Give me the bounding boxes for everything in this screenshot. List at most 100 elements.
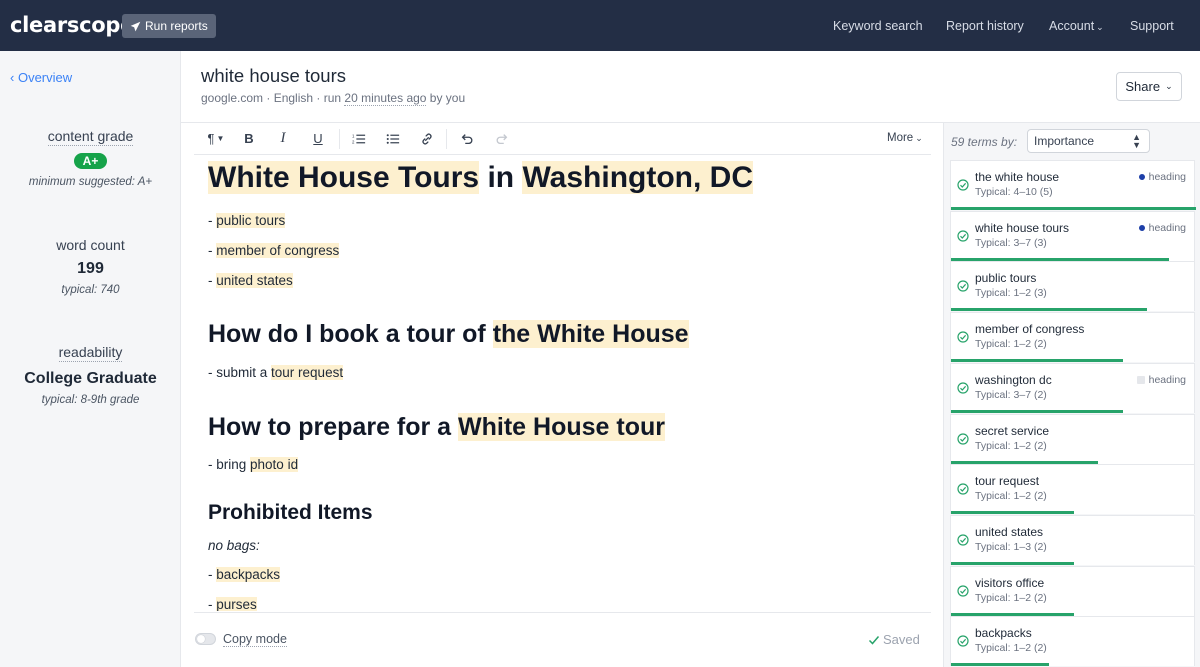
ordered-list-icon: 12 xyxy=(352,133,366,144)
bold-button[interactable]: B xyxy=(238,123,260,154)
term-typical: Typical: 1–2 (2) xyxy=(975,338,1047,351)
grade-minimum: minimum suggested: A+ xyxy=(28,176,153,188)
term-row[interactable]: member of congress Typical: 1–2 (2) xyxy=(950,312,1195,363)
readability-typical: typical: 8-9th grade xyxy=(41,394,140,406)
more-dropdown[interactable]: More ⌄ xyxy=(887,132,923,144)
highlighted-term: the White House xyxy=(492,320,689,348)
list-item[interactable]: - united states xyxy=(208,273,293,288)
underline-button[interactable]: U xyxy=(307,123,329,154)
heading-dot-icon xyxy=(1138,224,1145,231)
nav-account[interactable]: Account ⌄ xyxy=(1049,19,1104,33)
svg-text:1: 1 xyxy=(352,133,355,138)
editor-footer-divider xyxy=(194,612,931,613)
term-progress-bar xyxy=(951,460,1098,464)
nav-account-label: Account xyxy=(1049,19,1095,33)
term-row[interactable]: washington dc Typical: 3–7 (2) heading xyxy=(950,362,1195,413)
list-marker: - xyxy=(208,597,217,611)
copy-mode-label[interactable]: Copy mode xyxy=(223,632,287,647)
list-marker: - xyxy=(208,567,217,582)
term-name: secret service xyxy=(975,423,1050,438)
term-row[interactable]: the white house Typical: 4–10 (5) heading xyxy=(950,160,1196,210)
term-row[interactable]: white house tours Typical: 3–7 (3) heading xyxy=(950,210,1195,261)
more-label: More xyxy=(887,132,914,144)
list-item[interactable]: - member of congress xyxy=(208,243,340,258)
sort-select[interactable]: Importance ▲ ▼ xyxy=(1027,129,1150,153)
check-circle-icon xyxy=(957,432,969,445)
term-row[interactable]: united states Typical: 1–3 (2) xyxy=(950,514,1195,565)
toolbar-divider xyxy=(339,129,340,149)
check-circle-icon xyxy=(957,230,969,242)
overview-link[interactable]: ‹ Overview xyxy=(10,70,72,85)
heading-3[interactable]: Prohibited Items xyxy=(208,501,373,525)
document-editor[interactable]: White House Tours in Washington, DC - pu… xyxy=(194,155,931,611)
heading-2[interactable]: How to prepare for a White House tour xyxy=(208,413,665,442)
heading-1[interactable]: White House Tours in Washington, DC xyxy=(208,161,753,195)
heading-tag-label: heading xyxy=(1148,221,1186,234)
list-marker: - xyxy=(208,273,217,288)
redo-icon xyxy=(496,133,508,144)
link-button[interactable] xyxy=(416,123,438,154)
underline-icon: U xyxy=(313,131,323,146)
paragraph-text: - bring xyxy=(208,457,251,472)
highlighted-term: White House tour xyxy=(458,413,665,441)
heading-tag-label: heading xyxy=(1148,373,1186,386)
heading-2[interactable]: How do I book a tour of the White House xyxy=(208,320,689,349)
word-count-metric: word count 199 typical: 740 xyxy=(0,237,181,296)
term-progress-bar xyxy=(951,359,1123,363)
paragraph[interactable]: - submit a tour request xyxy=(208,365,344,380)
highlighted-term: purses xyxy=(216,597,257,611)
page-title: white house tours xyxy=(201,65,347,86)
term-name: the white house xyxy=(975,170,1060,184)
highlighted-term: White House Tours xyxy=(208,161,480,194)
readability-label[interactable]: readability xyxy=(58,344,123,362)
run-reports-label: Run reports xyxy=(145,19,208,33)
term-typical: Typical: 1–3 (2) xyxy=(975,540,1047,553)
check-circle-icon xyxy=(957,534,969,546)
ordered-list-button[interactable]: 12 xyxy=(348,123,370,154)
nav-keyword-search[interactable]: Keyword search xyxy=(833,19,923,33)
paragraph[interactable]: - bring photo id xyxy=(208,457,299,472)
clearscope-logo[interactable]: clearscope xyxy=(10,13,134,37)
saved-label: Saved xyxy=(883,632,920,647)
undo-button[interactable] xyxy=(456,123,478,154)
term-progress-bar xyxy=(951,663,1049,667)
report-meta-prefix: google.com · English · run xyxy=(201,91,345,105)
term-typical: Typical: 3–7 (2) xyxy=(975,388,1047,401)
chevron-down-icon: ⌄ xyxy=(915,133,923,143)
report-run-time[interactable]: 20 minutes ago xyxy=(344,91,427,106)
highlighted-term: photo id xyxy=(250,457,299,472)
italic-button[interactable]: I xyxy=(272,123,294,154)
redo-button[interactable] xyxy=(491,123,513,154)
term-name: united states xyxy=(975,524,1044,539)
term-typical: Typical: 4–10 (5) xyxy=(975,186,1053,198)
term-row[interactable]: visitors office Typical: 1–2 (2) xyxy=(950,565,1195,616)
share-label: Share xyxy=(1125,79,1161,94)
term-name: washington dc xyxy=(975,372,1052,387)
chevron-down-icon: ⌄ xyxy=(1096,22,1104,32)
paragraph-format-dropdown[interactable]: ¶ ▼ xyxy=(202,123,230,154)
term-typical: Typical: 1–2 (2) xyxy=(975,642,1047,655)
run-reports-button[interactable]: Run reports xyxy=(122,14,216,38)
list-marker: - xyxy=(208,213,217,228)
term-row[interactable]: backpacks Typical: 1–2 (2) xyxy=(950,616,1195,667)
check-circle-icon xyxy=(957,280,969,292)
content-grade-label[interactable]: content grade xyxy=(47,128,134,146)
nav-support[interactable]: Support xyxy=(1130,19,1174,33)
term-typical: Typical: 3–7 (3) xyxy=(975,236,1047,249)
paragraph[interactable]: no bags: xyxy=(208,538,260,553)
check-circle-icon xyxy=(957,331,969,343)
word-count-value: 199 xyxy=(77,260,104,277)
term-row[interactable]: tour request Typical: 1–2 (2) xyxy=(950,464,1195,515)
list-item[interactable]: - backpacks xyxy=(208,567,281,582)
list-item[interactable]: - purses xyxy=(208,597,257,611)
heading-text: in xyxy=(479,161,523,194)
bullet-list-button[interactable] xyxy=(382,123,404,154)
copy-mode-toggle[interactable] xyxy=(195,633,216,645)
term-row[interactable]: secret service Typical: 1–2 (2) xyxy=(950,413,1195,464)
list-item[interactable]: - public tours xyxy=(208,213,286,228)
term-progress-bar xyxy=(951,612,1074,616)
check-circle-icon xyxy=(957,584,969,597)
share-button[interactable]: Share ⌄ xyxy=(1116,72,1182,101)
nav-report-history[interactable]: Report history xyxy=(946,19,1024,33)
term-row[interactable]: public tours Typical: 1–2 (3) xyxy=(950,261,1195,312)
